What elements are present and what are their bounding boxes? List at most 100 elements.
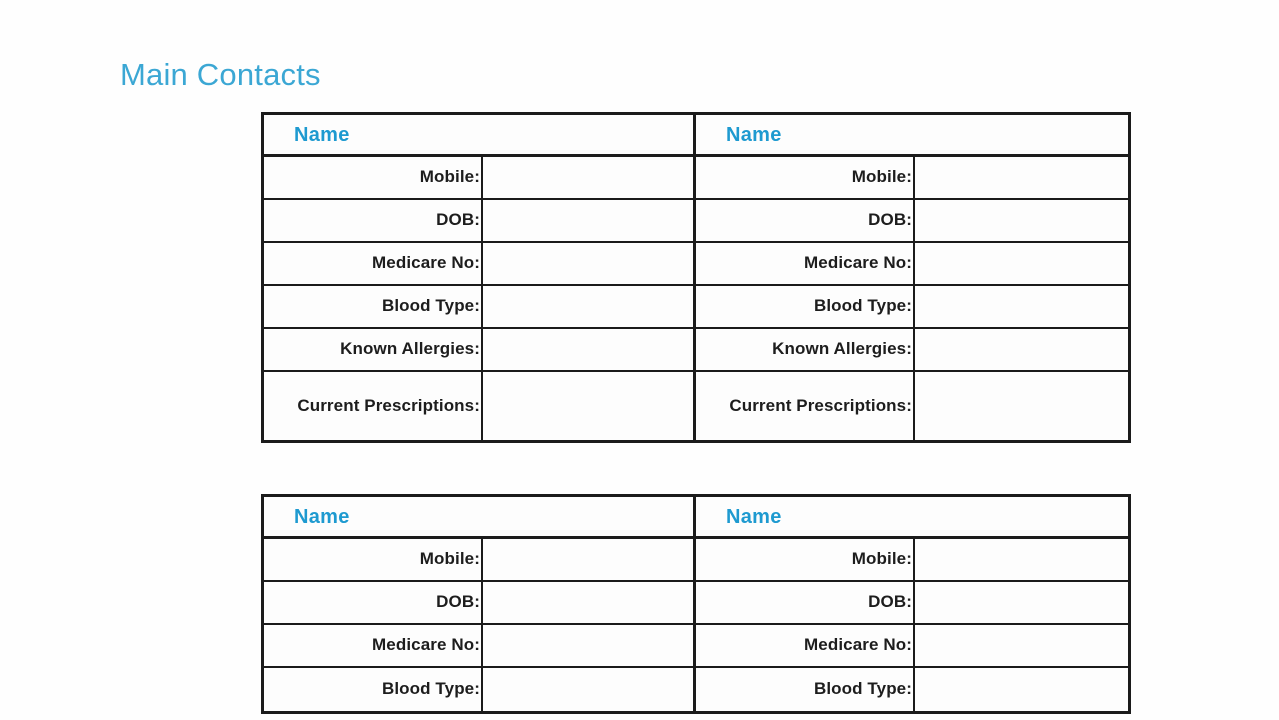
field-value[interactable]	[915, 329, 1128, 350]
field-label: Mobile:	[419, 167, 480, 187]
field-row: Medicare No:	[264, 625, 693, 668]
field-value[interactable]	[483, 157, 693, 178]
field-value-cell[interactable]	[915, 582, 1128, 623]
field-label: DOB:	[868, 210, 912, 230]
field-label: Mobile:	[851, 167, 912, 187]
field-value-cell[interactable]	[915, 243, 1128, 284]
field-row: DOB:	[264, 582, 693, 625]
field-label: DOB:	[436, 592, 480, 612]
field-row: Mobile:	[264, 539, 693, 582]
field-value-cell[interactable]	[483, 200, 693, 241]
field-value-cell[interactable]	[915, 157, 1128, 198]
field-value-cell[interactable]	[483, 157, 693, 198]
field-label-cell: Mobile:	[696, 157, 915, 198]
field-value-cell[interactable]	[915, 372, 1128, 440]
name-value-field[interactable]	[350, 124, 366, 145]
field-value[interactable]	[915, 668, 1128, 689]
field-label-cell: DOB:	[696, 582, 915, 623]
field-value-cell[interactable]	[915, 668, 1128, 711]
field-label: Medicare No:	[372, 253, 480, 273]
field-row: Medicare No:	[264, 243, 693, 286]
field-label-cell: DOB:	[264, 582, 483, 623]
contact-card: Name Mobile: DOB: Medicare No: Blood Type: Kn…	[696, 115, 1128, 440]
field-row: Mobile:	[264, 157, 693, 200]
contact-card: Name Mobile: DOB: Medicare No: Blood Type:	[264, 497, 696, 711]
field-label-cell: Medicare No:	[696, 243, 915, 284]
field-label-cell: Mobile:	[696, 539, 915, 580]
field-label: Blood Type:	[813, 296, 912, 316]
contact-card: Name Mobile: DOB: Medicare No: Blood Type:	[696, 497, 1128, 711]
field-value-cell[interactable]	[483, 372, 693, 440]
field-label: Mobile:	[419, 549, 480, 569]
field-label-cell: DOB:	[264, 200, 483, 241]
field-value-cell[interactable]	[483, 539, 693, 580]
field-value-cell[interactable]	[915, 200, 1128, 241]
field-value-cell[interactable]	[483, 286, 693, 327]
name-row[interactable]: Name	[696, 115, 1128, 157]
field-value[interactable]	[915, 243, 1128, 264]
field-row: Known Allergies:	[696, 329, 1128, 372]
field-label: Blood Type:	[381, 296, 480, 316]
field-value[interactable]	[915, 157, 1128, 178]
field-value-cell[interactable]	[915, 539, 1128, 580]
field-value-cell[interactable]	[483, 582, 693, 623]
field-row: Blood Type:	[696, 286, 1128, 329]
field-label: Current Prescriptions:	[297, 395, 480, 415]
name-header-label: Name	[726, 123, 782, 146]
name-value-field[interactable]	[782, 124, 798, 145]
document-page: Main Contacts Name Mobile: DOB: Medicare No…	[0, 0, 1279, 720]
field-label: Blood Type:	[813, 679, 912, 699]
field-label: DOB:	[436, 210, 480, 230]
field-value-cell[interactable]	[483, 668, 693, 711]
field-value[interactable]	[483, 372, 693, 393]
field-label: Known Allergies:	[340, 339, 480, 359]
field-value[interactable]	[915, 625, 1128, 646]
name-header-label: Name	[294, 123, 350, 146]
field-label-cell: Medicare No:	[264, 625, 483, 666]
contact-card: Name Mobile: DOB: Medicare No: Blood Type: Kn…	[264, 115, 696, 440]
name-row[interactable]: Name	[264, 497, 693, 539]
field-value-cell[interactable]	[483, 625, 693, 666]
field-row: Mobile:	[696, 539, 1128, 582]
field-row: Medicare No:	[696, 625, 1128, 668]
field-value[interactable]	[483, 243, 693, 264]
field-value[interactable]	[483, 286, 693, 307]
name-value-field[interactable]	[782, 506, 798, 527]
field-label: Current Prescriptions:	[729, 395, 912, 415]
field-value[interactable]	[483, 539, 693, 560]
field-value[interactable]	[483, 625, 693, 646]
field-value[interactable]	[915, 286, 1128, 307]
field-label-cell: Known Allergies:	[696, 329, 915, 370]
name-row[interactable]: Name	[264, 115, 693, 157]
field-label: Medicare No:	[804, 635, 912, 655]
field-value-cell[interactable]	[915, 286, 1128, 327]
page-title: Main Contacts	[120, 57, 321, 92]
field-label-cell: Current Prescriptions:	[264, 372, 483, 440]
field-row: DOB:	[264, 200, 693, 243]
field-value[interactable]	[915, 200, 1128, 221]
field-value-cell[interactable]	[915, 329, 1128, 370]
field-row: Current Prescriptions:	[696, 372, 1128, 440]
field-value[interactable]	[483, 329, 693, 350]
field-label: Mobile:	[851, 549, 912, 569]
field-value[interactable]	[483, 200, 693, 221]
field-row: Blood Type:	[696, 668, 1128, 711]
field-value-cell[interactable]	[483, 243, 693, 284]
name-header-label: Name	[726, 505, 782, 528]
name-value-field[interactable]	[350, 506, 366, 527]
field-value-cell[interactable]	[915, 625, 1128, 666]
field-value[interactable]	[483, 582, 693, 603]
field-value[interactable]	[915, 582, 1128, 603]
field-value-cell[interactable]	[483, 329, 693, 370]
field-row: Blood Type:	[264, 668, 693, 711]
field-label-cell: Blood Type:	[264, 286, 483, 327]
name-row[interactable]: Name	[696, 497, 1128, 539]
field-row: Known Allergies:	[264, 329, 693, 372]
field-label-cell: Blood Type:	[696, 668, 915, 711]
field-label-cell: Current Prescriptions:	[696, 372, 915, 440]
field-value[interactable]	[483, 668, 693, 689]
field-value[interactable]	[915, 539, 1128, 560]
field-row: Medicare No:	[696, 243, 1128, 286]
field-value[interactable]	[915, 372, 1128, 393]
field-label-cell: Mobile:	[264, 539, 483, 580]
